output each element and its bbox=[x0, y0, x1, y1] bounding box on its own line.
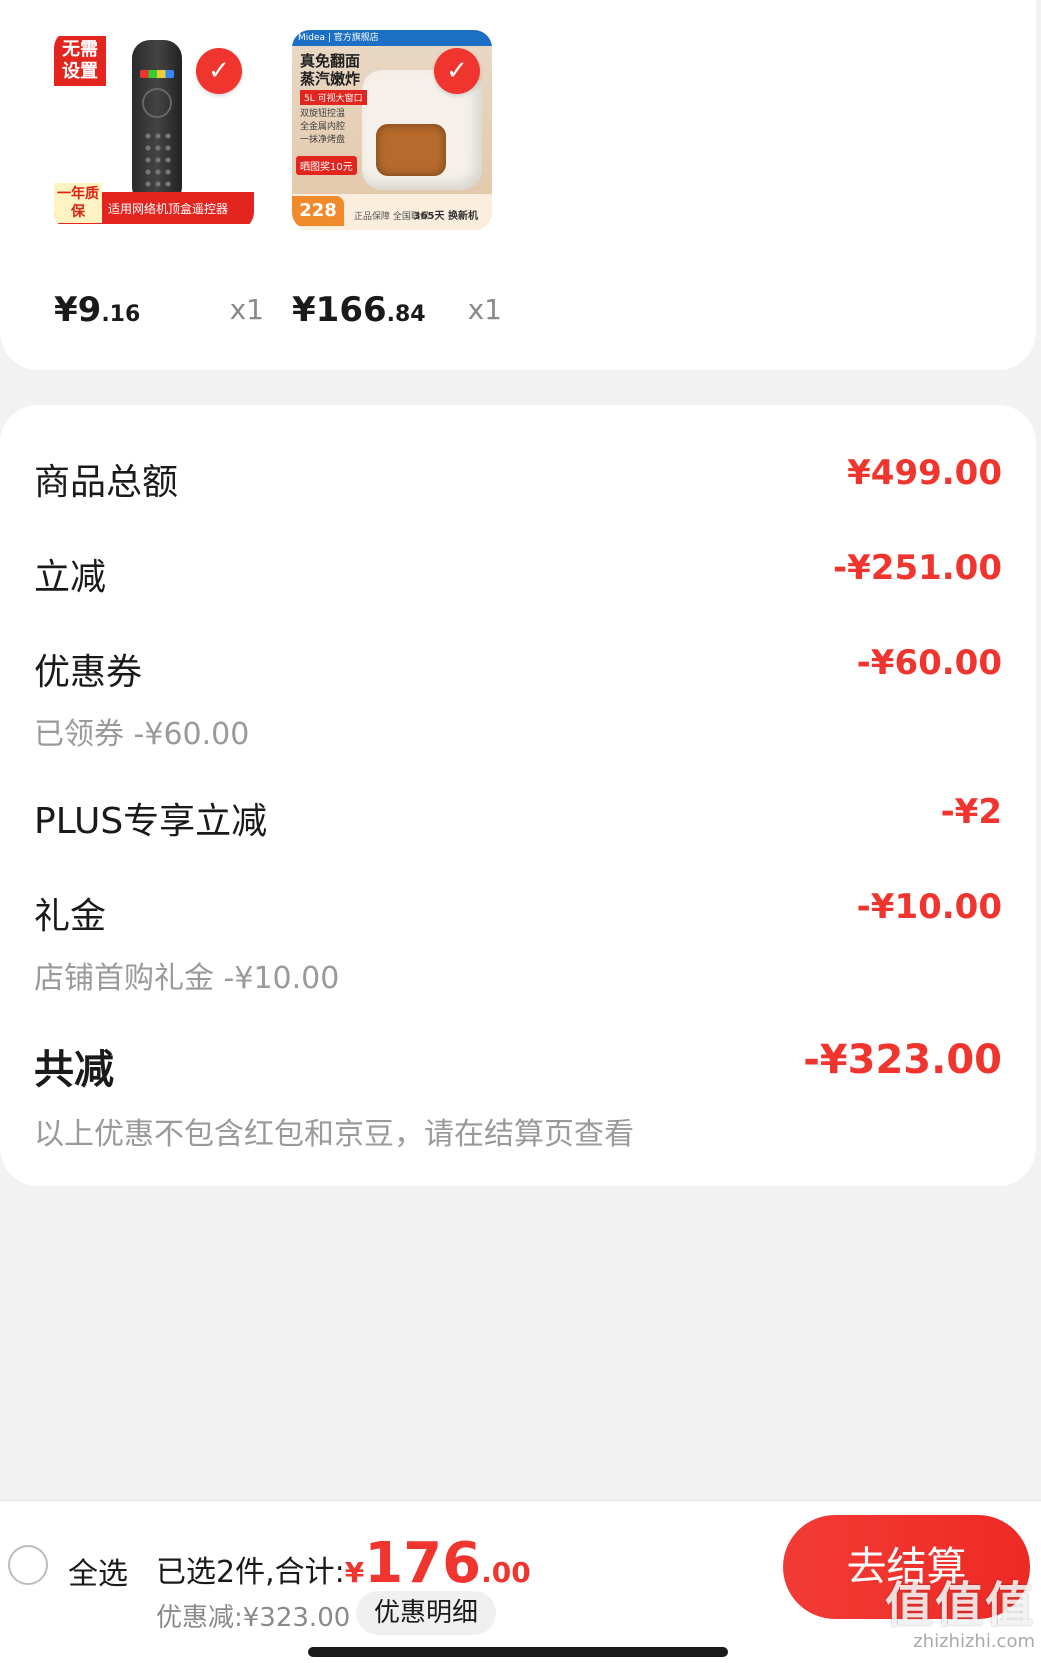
thumbnail-title: 真免翻面蒸汽嫩炸 bbox=[300, 52, 361, 88]
home-indicator[interactable] bbox=[308, 1647, 728, 1657]
thumbnail-capacity: 5L 可视大窗口 bbox=[300, 90, 367, 105]
discount-amount: 优惠减:¥323.00 bbox=[156, 1603, 351, 1633]
thumbnail-tag-top: 无需设置 bbox=[54, 36, 106, 86]
product-quantity: x1 bbox=[229, 293, 264, 326]
summary-row-total-discount: 共减 -¥323.00 以上优惠不包含红包和京豆，请在结算页查看 bbox=[34, 1037, 1002, 1153]
total-discount-value: -¥323.00 bbox=[803, 1037, 1002, 1083]
summary-row-gift-money[interactable]: 礼金 -¥10.00 店铺首购礼金 -¥10.00 bbox=[34, 887, 1002, 997]
coupon-value: -¥60.00 bbox=[856, 643, 1002, 683]
selected-total: 已选2件,合计:¥176.00 bbox=[156, 1531, 531, 1596]
thumbnail-rebate: 晒图奖10元 bbox=[296, 156, 357, 175]
total-currency: ¥ bbox=[344, 1556, 365, 1589]
air-fryer-window bbox=[376, 124, 446, 176]
selected-count-text: 已选2件,合计: bbox=[156, 1555, 345, 1590]
thumbnail-feature: 一抹净烤盘 bbox=[300, 135, 346, 145]
discount-detail-button[interactable]: 优惠明细 bbox=[356, 1591, 497, 1635]
price-integer: ¥166 bbox=[292, 290, 387, 330]
thumbnail-price: 228 bbox=[292, 196, 344, 226]
plus-discount-value: -¥2 bbox=[940, 792, 1002, 832]
summary-row-goods-total: 商品总额 ¥499.00 bbox=[34, 453, 1002, 505]
checkout-bar: 全选 已选2件,合计:¥176.00 优惠减:¥323.00 优惠明细 去结算 … bbox=[0, 1500, 1041, 1663]
product-price-row: ¥166.84 x1 bbox=[292, 280, 502, 330]
thumbnail-description: 适用网络机顶盒遥控器 bbox=[108, 201, 229, 216]
check-icon[interactable]: ✓ bbox=[434, 48, 480, 94]
product-item-air-fryer[interactable]: Midea | 官方旗舰店 真免翻面蒸汽嫩炸 5L 可视大窗口 双旋钮控温 全金… bbox=[292, 30, 502, 330]
remote-color-buttons bbox=[140, 70, 174, 78]
thumbnail-warranty-badge: 一年质保 bbox=[54, 183, 102, 223]
price-decimal: .16 bbox=[101, 302, 141, 327]
thumbnail-feature: 双旋钮控温 bbox=[300, 109, 346, 119]
watermark: 值值值 zhizhizhi.com bbox=[885, 1579, 1035, 1652]
thumbnail-features: 双旋钮控温 全金属内腔 一抹净烤盘 bbox=[300, 108, 345, 147]
coupon-subtext: 已领券 -¥60.00 bbox=[34, 717, 250, 752]
check-icon[interactable]: ✓ bbox=[196, 48, 242, 94]
product-thumbnail[interactable]: 无需设置 一年质保 适用网络机顶盒遥控器 ✓ bbox=[54, 30, 254, 230]
watermark-logo: 值值值 bbox=[884, 1577, 1035, 1633]
thumbnail-brand: Midea | 官方旗舰店 bbox=[292, 30, 492, 46]
total-amount-decimal: .00 bbox=[481, 1556, 531, 1589]
thumbnail-feature: 全金属内腔 bbox=[300, 122, 346, 132]
remote-number-keys bbox=[143, 130, 171, 190]
product-price: ¥9.16 bbox=[54, 290, 140, 330]
product-card: 无需设置 一年质保 适用网络机顶盒遥控器 ✓ ¥9.16 x1 Midea | … bbox=[0, 0, 1036, 370]
thumbnail-tag-bottom: 一年质保 适用网络机顶盒遥控器 bbox=[54, 183, 254, 224]
instant-discount-value: -¥251.00 bbox=[833, 548, 1002, 588]
price-summary-card: 商品总额 ¥499.00 立减 -¥251.00 优惠券 -¥60.00 已领券… bbox=[0, 405, 1036, 1186]
select-all-radio[interactable] bbox=[8, 1545, 48, 1585]
product-thumbnail[interactable]: Midea | 官方旗舰店 真免翻面蒸汽嫩炸 5L 可视大窗口 双旋钮控温 全金… bbox=[292, 30, 492, 230]
price-decimal: .84 bbox=[386, 302, 426, 327]
price-integer: ¥9 bbox=[54, 290, 102, 330]
thumbnail-365: 365天 换新机 bbox=[413, 211, 478, 222]
product-price-row: ¥9.16 x1 bbox=[54, 280, 264, 330]
remote-dpad bbox=[142, 88, 172, 118]
select-all-label[interactable]: 全选 bbox=[68, 1549, 128, 1593]
gift-money-subtext: 店铺首购礼金 -¥10.00 bbox=[34, 961, 340, 996]
product-quantity: x1 bbox=[467, 293, 502, 326]
total-amount-integer: 176 bbox=[364, 1531, 482, 1596]
plus-discount-label: PLUS专享立减 bbox=[34, 801, 268, 842]
gift-money-value: -¥10.00 bbox=[856, 887, 1002, 927]
product-item-remote[interactable]: 无需设置 一年质保 适用网络机顶盒遥控器 ✓ ¥9.16 x1 bbox=[54, 30, 264, 330]
summary-row-coupon[interactable]: 优惠券 -¥60.00 已领券 -¥60.00 bbox=[34, 643, 1002, 753]
summary-row-plus-discount: PLUS专享立减 -¥2 bbox=[34, 792, 1002, 844]
remote-control-image bbox=[132, 40, 182, 210]
product-price: ¥166.84 bbox=[292, 290, 426, 330]
summary-row-instant-discount: 立减 -¥251.00 bbox=[34, 548, 1002, 600]
goods-total-value: ¥499.00 bbox=[847, 453, 1002, 493]
total-discount-note: 以上优惠不包含红包和京豆，请在结算页查看 bbox=[34, 1117, 634, 1152]
watermark-url: zhizhizhi.com bbox=[913, 1631, 1035, 1652]
